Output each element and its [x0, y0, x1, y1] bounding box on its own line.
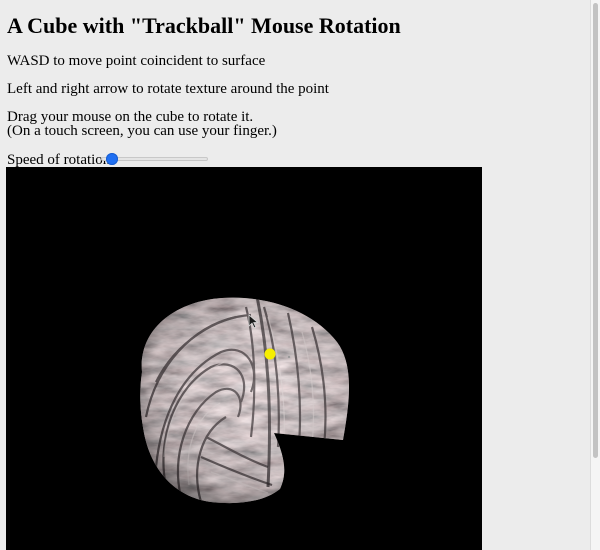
speed-label: Speed of rotation: [7, 152, 111, 168]
wasd-instruction: WASD to move point coincident to surface: [7, 53, 266, 69]
vertical-scrollbar[interactable]: [590, 0, 600, 550]
slider-thumb[interactable]: [105, 153, 118, 165]
arrow-instruction: Left and right arrow to rotate texture a…: [7, 81, 329, 97]
speed-slider[interactable]: [101, 153, 208, 165]
cube-render[interactable]: [6, 167, 482, 550]
touch-instruction: (On a touch screen, you can use your fin…: [7, 123, 277, 139]
small-dot: [287, 355, 291, 359]
page-content: A Cube with "Trackball" Mouse Rotation W…: [0, 0, 590, 550]
webgl-canvas[interactable]: [6, 167, 482, 550]
surface-point-marker: [264, 348, 276, 360]
sphere-shading: [140, 297, 350, 504]
scrollbar-thumb[interactable]: [593, 3, 598, 458]
textured-sphere[interactable]: [126, 287, 366, 512]
page-title: A Cube with "Trackball" Mouse Rotation: [7, 13, 401, 38]
